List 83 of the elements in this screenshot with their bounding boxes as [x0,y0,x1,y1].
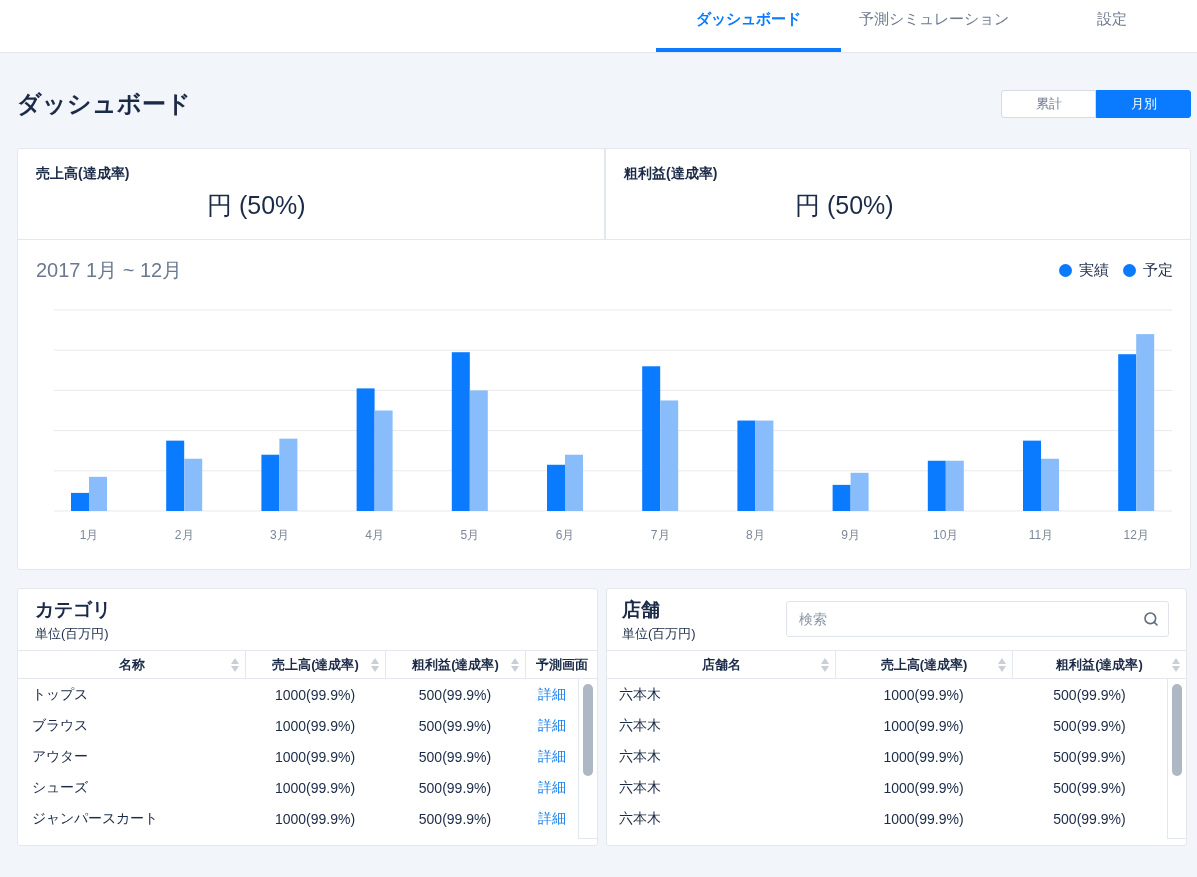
column-header: 予測画面 [525,651,597,678]
kpi-label: 売上高(達成率) [36,164,131,183]
table-cell-text: 500(99.9%) [417,748,493,765]
table-cell-text: トップス [31,685,89,704]
month-label: 2月 [174,528,194,543]
month-label: 6月 [555,528,575,543]
legend-label: 予定 [1143,260,1173,280]
scrollbar[interactable] [578,679,597,839]
table-cell-text: 六本木 [618,809,662,828]
table-cell-text: 六本木 [618,747,662,766]
table-cell-text: 六本木 [618,778,662,797]
table-cell-text: 1000(99.9%) [882,748,965,765]
unit-label: 単位(百万円) [35,625,110,643]
table-cell-text: 1000(99.9%) [882,686,965,703]
table-cell-text: 1000(99.9%) [882,717,965,734]
nav-tab[interactable]: ダッシュボード [656,0,841,52]
table-cell-text: 1000(99.9%) [882,779,965,796]
search-field[interactable]: 検索 [786,601,1169,637]
date-range-label: 2017 1月 ~ 12月 [36,257,183,283]
kpi-label: 粗利益(達成率) [624,164,719,183]
table-cell-text: ジャンパースカート [31,809,159,828]
panel-title: カテゴリ [35,599,111,621]
month-label: 4月 [365,528,384,543]
table-cell-text: 500(99.9%) [417,686,493,703]
month-label: 5月 [460,528,480,543]
table-cell-text: 500(99.9%) [1052,717,1127,734]
table-cell-text: アウター [31,747,89,766]
column-header[interactable]: 店舗名 [607,651,835,678]
table-cell-text: 500(99.9%) [417,779,493,796]
legend-label: 実績 [1079,260,1109,280]
kpi-value: 円 (50%) [206,190,307,220]
table-cell-text: 500(99.9%) [1052,779,1127,796]
view-toggle-button[interactable]: 累計 [1001,90,1096,118]
legend-dot-icon [1123,263,1136,277]
table-cell-text: 500(99.9%) [1052,686,1127,703]
sort-icon [371,656,379,673]
month-label: 3月 [270,528,289,543]
detail-link[interactable]: 詳細 [537,810,566,826]
table-cell-text: 500(99.9%) [1052,810,1127,827]
table-cell-text: 500(99.9%) [417,810,493,827]
table-cell-text: 1000(99.9%) [273,686,357,703]
search-icon [1143,611,1159,627]
column-header[interactable]: 粗利益(達成率) [385,651,525,678]
sort-icon [231,656,239,673]
table-cell-text: 六本木 [618,685,662,704]
legend-dot-icon [1059,263,1072,277]
detail-link[interactable]: 詳細 [537,717,566,733]
nav-tab[interactable]: 設定 [1026,0,1197,52]
detail-link[interactable]: 詳細 [537,779,566,795]
kpi-value: 円 (50%) [794,190,895,220]
detail-link[interactable]: 詳細 [537,748,566,764]
month-label: 7月 [650,528,670,543]
table-cell-text: 1000(99.9%) [273,779,357,796]
table-cell-text: 六本木 [618,716,662,735]
detail-link[interactable]: 詳細 [537,686,566,702]
column-header[interactable]: 売上高(達成率) [835,651,1012,678]
month-label: 9月 [841,528,860,543]
page-title: ダッシュボード [17,89,191,119]
scrollbar[interactable] [1167,679,1186,839]
table-cell-text: 1000(99.9%) [273,810,357,827]
month-label: 12月 [1123,528,1149,543]
column-header[interactable]: 名称 [18,651,245,678]
month-label: 11月 [1028,528,1054,543]
column-header[interactable]: 粗利益(達成率) [1012,651,1186,678]
table-cell-text: シューズ [31,778,89,797]
table-cell-text: 500(99.9%) [1052,748,1127,765]
sort-icon [821,656,829,673]
month-label: 10月 [933,528,959,543]
sort-icon [998,656,1006,673]
table-cell-text: ブラウス [31,716,89,735]
unit-label: 単位(百万円) [622,625,696,643]
sort-icon [1172,656,1180,673]
table-cell-text: 500(99.9%) [417,717,493,734]
view-toggle-button[interactable]: 月別 [1096,90,1191,118]
nav-tab[interactable]: 予測シミュレーション [841,0,1026,52]
sort-icon [511,656,519,673]
table-cell-text: 1000(99.9%) [273,717,357,734]
column-header[interactable]: 売上高(達成率) [245,651,385,678]
month-label: 1月 [79,528,99,543]
month-label: 8月 [746,528,765,543]
panel-title: 店舗 [622,599,661,621]
table-cell-text: 1000(99.9%) [882,810,965,827]
table-cell-text: 1000(99.9%) [273,748,357,765]
